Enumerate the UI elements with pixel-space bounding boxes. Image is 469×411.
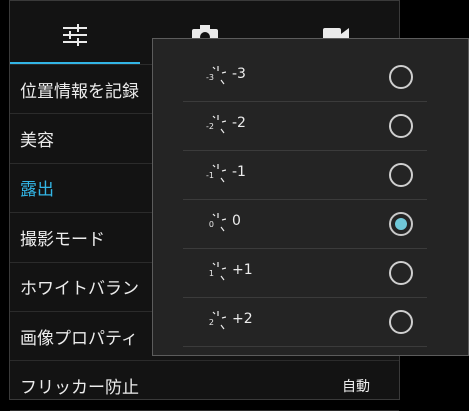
exposure-icon: 0 [200, 211, 226, 237]
option-label: +2 [232, 311, 253, 327]
radio-button[interactable] [389, 65, 413, 89]
menu-item-anti-flicker[interactable]: フリッカー防止 自動 [10, 361, 399, 411]
menu-item-label: フリッカー防止 [20, 378, 139, 399]
radio-button[interactable] [389, 163, 413, 187]
exposure-popup: -3 -3 -2 -2 -1 -1 0 0 1 +1 2 +2 [152, 38, 469, 356]
exposure-icon: 2 [200, 309, 226, 335]
radio-button[interactable] [389, 261, 413, 285]
option-label: 0 [232, 213, 241, 229]
exposure-option-plus1[interactable]: 1 +1 [183, 249, 427, 298]
radio-button[interactable] [389, 310, 413, 334]
tab-settings[interactable] [10, 1, 140, 65]
menu-item-value: 自動 [342, 378, 370, 395]
menu-item-label: 露出 [20, 180, 54, 201]
exposure-option-plus2[interactable]: 2 +2 [183, 298, 427, 347]
sliders-icon [63, 24, 87, 46]
menu-item-label: 撮影モード [20, 229, 105, 250]
exposure-icon: -2 [200, 113, 226, 139]
radio-button-selected[interactable] [389, 212, 413, 236]
exposure-option-minus3[interactable]: -3 -3 [183, 53, 427, 102]
menu-item-label: 位置情報を記録 [20, 81, 139, 102]
radio-button[interactable] [389, 114, 413, 138]
option-label: +1 [232, 262, 253, 278]
exposure-option-zero[interactable]: 0 0 [183, 200, 427, 249]
exposure-option-minus2[interactable]: -2 -2 [183, 102, 427, 151]
option-label: -1 [232, 164, 246, 180]
exposure-icon: -1 [200, 162, 226, 188]
menu-item-label: ホワイトバラン [20, 279, 139, 300]
exposure-option-minus1[interactable]: -1 -1 [183, 151, 427, 200]
option-label: -2 [232, 115, 246, 131]
menu-item-label: 画像プロパティ [20, 328, 138, 349]
exposure-icon: 1 [200, 260, 226, 286]
exposure-icon: -3 [200, 64, 226, 90]
option-label: -3 [232, 66, 246, 82]
menu-item-label: 美容 [20, 131, 54, 152]
